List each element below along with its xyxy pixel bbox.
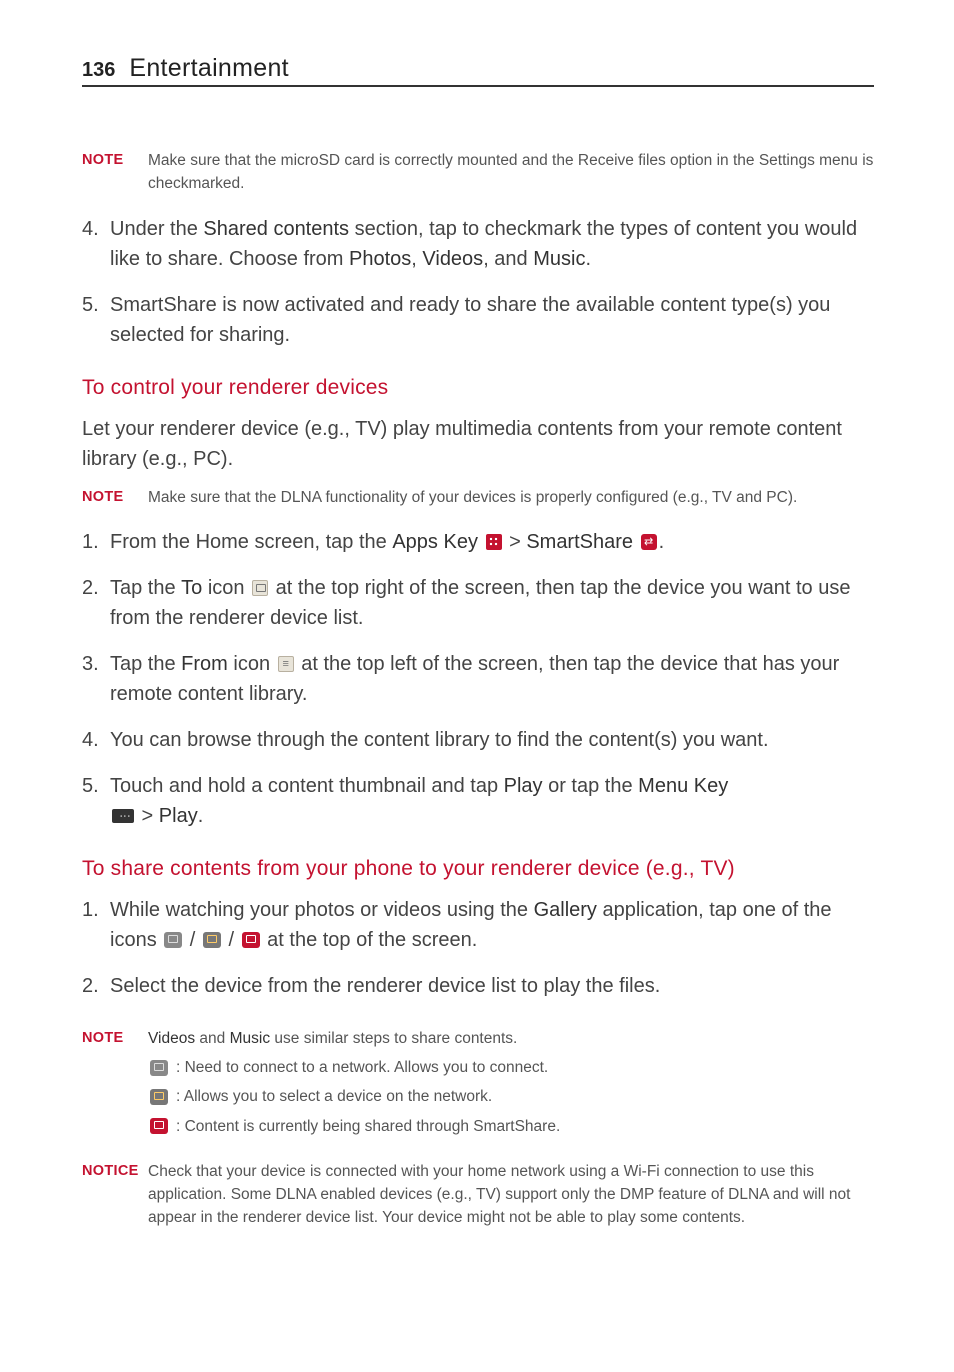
text: or tap the: [543, 775, 639, 797]
step-b1: From the Home screen, tap the Apps Key >…: [82, 527, 874, 557]
share-disconnected-icon: [164, 932, 182, 948]
music-label: Music: [230, 1030, 270, 1047]
to-icon: [252, 580, 268, 596]
subheading-control-renderer: To control your renderer devices: [82, 376, 874, 400]
step-b2: Tap the To icon at the top right of the …: [82, 573, 874, 633]
page-number: 136: [82, 59, 115, 82]
step-b4: You can browse through the content libra…: [82, 725, 874, 755]
text: Tap the: [110, 653, 181, 675]
note-block-3: NOTE Videos and Music use similar steps …: [82, 1027, 874, 1138]
apps-key-icon: [486, 534, 502, 550]
steps-c: While watching your photos or videos usi…: [82, 895, 874, 1001]
notice-block: NOTICE Check that your device is connect…: [82, 1160, 874, 1230]
text: : Content is currently being shared thro…: [176, 1115, 560, 1138]
text: : Allows you to select a device on the n…: [176, 1085, 492, 1108]
share-disconnected-icon: [150, 1060, 168, 1076]
text: Tap the: [110, 577, 181, 599]
icon-legend-row: : Content is currently being shared thro…: [148, 1115, 874, 1138]
text: Select the device from the renderer devi…: [110, 971, 874, 1001]
menu-key-icon: [112, 809, 134, 823]
text: : Need to connect to a network. Allows y…: [176, 1056, 548, 1079]
page-header: 136 Entertainment: [82, 54, 874, 87]
from-label: From: [181, 653, 228, 675]
section-title: Entertainment: [129, 54, 289, 83]
note-block-1: NOTE Make sure that the microSD card is …: [82, 149, 874, 196]
note-label: NOTE: [82, 1027, 148, 1138]
steps-b: From the Home screen, tap the Apps Key >…: [82, 527, 874, 831]
icon-legend-row: : Need to connect to a network. Allows y…: [148, 1056, 874, 1079]
text: Touch and hold a content thumbnail and t…: [110, 775, 504, 797]
text: icon: [202, 577, 250, 599]
text: and: [195, 1030, 229, 1047]
step-b3: Tap the From icon at the top left of the…: [82, 649, 874, 709]
subheading-share-contents: To share contents from your phone to you…: [82, 857, 874, 881]
text: icon: [228, 653, 276, 675]
text: Under the: [110, 218, 203, 240]
share-active-icon: [150, 1118, 168, 1134]
from-icon: [278, 656, 294, 672]
text: >: [504, 531, 527, 553]
note-body: Videos and Music use similar steps to sh…: [148, 1027, 874, 1138]
shared-contents-label: Shared contents: [203, 218, 349, 240]
text: .: [198, 805, 204, 827]
play-label-2: Play: [159, 805, 198, 827]
steps-a: Under the Shared contents section, tap t…: [82, 214, 874, 350]
step-b5: Touch and hold a content thumbnail and t…: [82, 771, 874, 831]
share-select-device-icon: [150, 1089, 168, 1105]
text: , and: [483, 248, 533, 270]
text: at the top of the screen.: [262, 929, 478, 951]
notice-body: Check that your device is connected with…: [148, 1160, 874, 1230]
text: use similar steps to share contents.: [270, 1030, 517, 1047]
step-5: SmartShare is now activated and ready to…: [82, 290, 874, 350]
text: .: [585, 248, 591, 270]
apps-key-label: Apps Key: [392, 531, 483, 553]
step-4: Under the Shared contents section, tap t…: [82, 214, 874, 274]
photos-label: Photos: [349, 248, 411, 270]
page-content: 136 Entertainment NOTE Make sure that th…: [0, 0, 954, 1288]
videos-label: Videos: [148, 1030, 195, 1047]
text: ,: [411, 248, 422, 270]
menu-key-label: Menu Key: [638, 775, 728, 797]
intro-control-renderer: Let your renderer device (e.g., TV) play…: [82, 414, 874, 474]
smartshare-icon: [641, 534, 657, 550]
text: /: [184, 929, 201, 951]
music-label: Music: [533, 248, 585, 270]
text: /: [223, 929, 240, 951]
text: From the Home screen, tap the: [110, 531, 392, 553]
text: >: [136, 805, 159, 827]
step-c1: While watching your photos or videos usi…: [82, 895, 874, 955]
smartshare-label: SmartShare: [526, 531, 638, 553]
note-body: Make sure that the microSD card is corre…: [148, 149, 874, 196]
gallery-label: Gallery: [534, 899, 597, 921]
notice-label: NOTICE: [82, 1160, 148, 1230]
note-body: Make sure that the DLNA functionality of…: [148, 486, 874, 509]
videos-label: Videos: [422, 248, 483, 270]
note-label: NOTE: [82, 486, 148, 509]
text: .: [659, 531, 665, 553]
to-label: To: [181, 577, 202, 599]
text: You can browse through the content libra…: [110, 725, 874, 755]
note-block-2: NOTE Make sure that the DLNA functionali…: [82, 486, 874, 509]
note-label: NOTE: [82, 149, 148, 196]
text: SmartShare is now activated and ready to…: [110, 290, 874, 350]
share-select-device-icon: [203, 932, 221, 948]
icon-legend-row: : Allows you to select a device on the n…: [148, 1085, 874, 1108]
share-active-icon: [242, 932, 260, 948]
text: While watching your photos or videos usi…: [110, 899, 534, 921]
step-c2: Select the device from the renderer devi…: [82, 971, 874, 1001]
play-label: Play: [504, 775, 543, 797]
